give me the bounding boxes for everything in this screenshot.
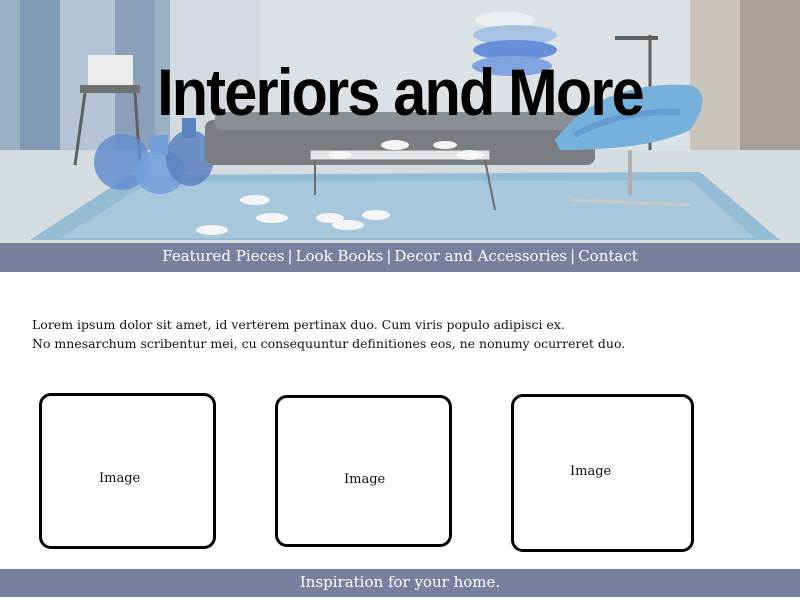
- image-placeholder-label: Image: [570, 464, 612, 479]
- intro-line-1: Lorem ipsum dolor sit amet, id verterem …: [32, 317, 565, 332]
- nav-separator: |: [386, 247, 392, 265]
- image-placeholder-3: Image: [511, 394, 694, 552]
- hero-banner: Interiors and More: [0, 0, 800, 243]
- intro-text: Lorem ipsum dolor sit amet, id verterem …: [32, 315, 772, 353]
- nav-featured-pieces[interactable]: Featured Pieces: [162, 247, 284, 265]
- nav-separator: |: [287, 247, 293, 265]
- image-placeholder-label: Image: [344, 472, 386, 487]
- intro-line-2: No mnesarchum scribentur mei, cu consequ…: [32, 336, 626, 351]
- site-title: Interiors and More: [157, 55, 645, 129]
- nav-separator: |: [570, 247, 576, 265]
- nav-contact[interactable]: Contact: [578, 247, 638, 265]
- image-placeholder-2: Image: [275, 395, 452, 547]
- nav-look-books[interactable]: Look Books: [296, 247, 384, 265]
- image-placeholder-1: Image: [39, 393, 216, 549]
- footer-tagline: Inspiration for your home.: [299, 573, 501, 591]
- image-placeholder-label: Image: [99, 471, 141, 486]
- nav-decor-accessories[interactable]: Decor and Accessories: [394, 247, 567, 265]
- footer-bar: Inspiration for your home.: [0, 569, 800, 597]
- main-nav: Featured Pieces | Look Books | Decor and Acc…: [0, 243, 800, 272]
